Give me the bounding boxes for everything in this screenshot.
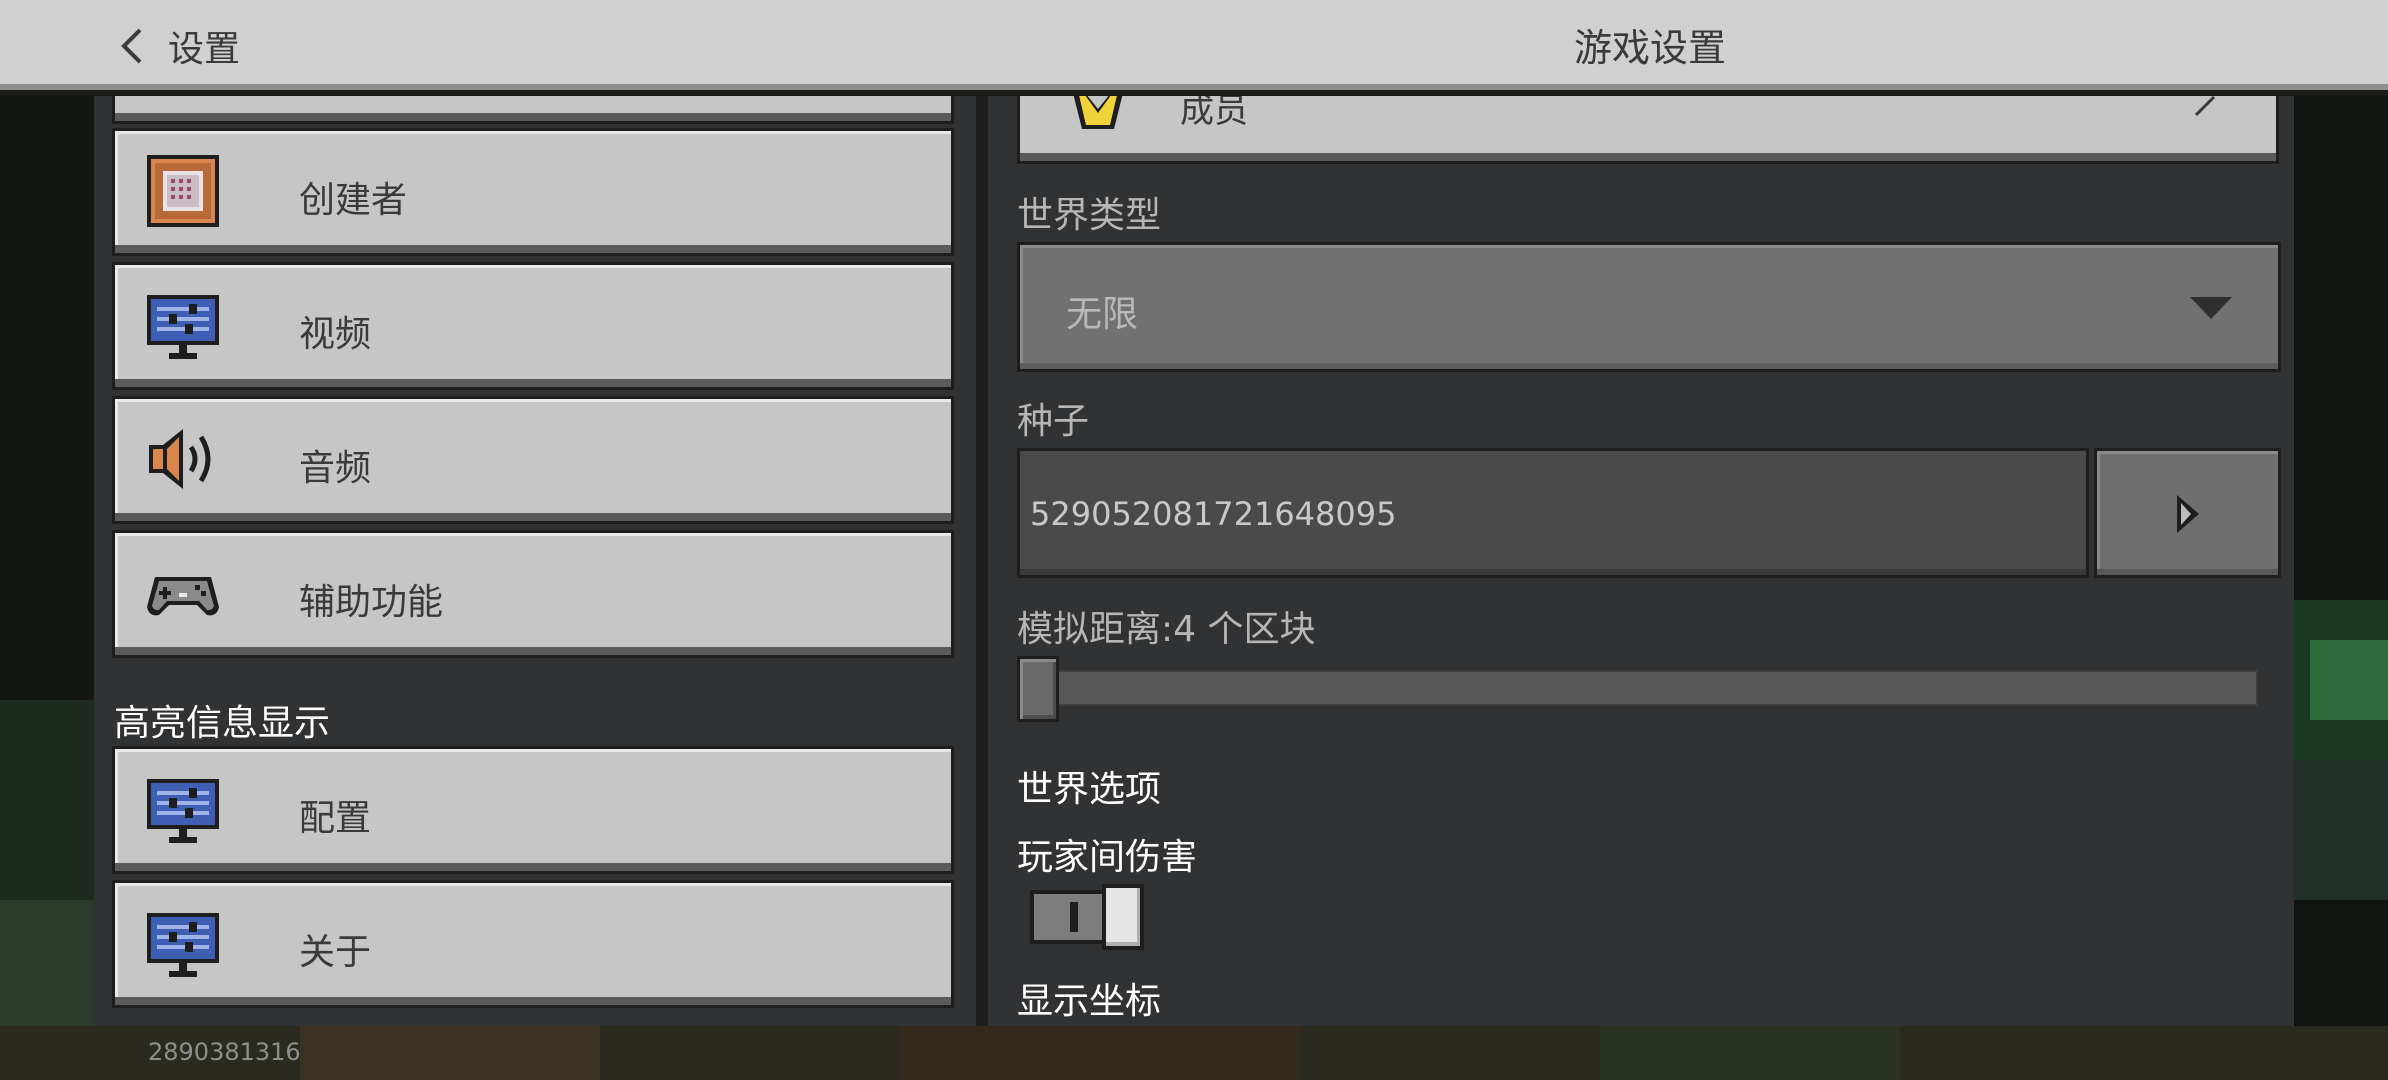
sidebar-item-audio[interactable]: 音频 <box>112 396 954 524</box>
version-text: 2890381316 <box>148 1038 301 1066</box>
monitor-icon <box>147 913 219 977</box>
speaker-icon <box>149 429 211 489</box>
panel-divider <box>976 96 988 1026</box>
sidebar-item-label: 辅助功能 <box>299 582 444 623</box>
game-settings-panel: 成员 世界类型 无限 种子 模拟距离:4 个区块 世界选项 玩家间伤害 显示坐标 <box>988 96 2294 1026</box>
gamepad-icon <box>147 577 219 616</box>
world-options-title: 世界选项 <box>1017 769 1162 810</box>
sidebar-item-partial[interactable] <box>112 96 954 124</box>
section-title-hud: 高亮信息显示 <box>114 703 331 744</box>
seed-input[interactable] <box>1028 487 2032 541</box>
world-type-value: 无限 <box>1066 294 1139 335</box>
settings-sidebar: 创建者 视频 音频 辅助功能 高亮信息显示 配置 关于 <box>94 96 976 1026</box>
arrow-icon <box>2194 96 2216 117</box>
toggle-on-mark <box>1070 902 1078 932</box>
sidebar-item-video[interactable]: 视频 <box>112 262 954 390</box>
sidebar-item-profile[interactable]: 配置 <box>112 746 954 874</box>
sidebar-item-label: 创建者 <box>299 180 408 221</box>
page-title: 游戏设置 <box>1573 26 1726 70</box>
sidebar-item-label: 音频 <box>299 448 372 489</box>
pvp-toggle[interactable] <box>1030 884 1144 950</box>
back-button[interactable]: 设置 <box>118 18 240 74</box>
pvp-label: 玩家间伤害 <box>1017 837 1198 878</box>
chevron-left-icon <box>121 28 142 64</box>
members-label: 成员 <box>1180 96 1248 131</box>
sidebar-item-label: 配置 <box>299 798 372 839</box>
sidebar-item-accessibility[interactable]: 辅助功能 <box>112 530 954 658</box>
monitor-icon <box>147 295 219 359</box>
back-label: 设置 <box>168 29 241 70</box>
crown-icon <box>1073 96 1123 129</box>
sidebar-item-creator[interactable]: 创建者 <box>112 128 954 256</box>
world-type-label: 世界类型 <box>1017 195 1162 236</box>
members-button[interactable]: 成员 <box>1017 96 2279 164</box>
sidebar-item-about[interactable]: 关于 <box>112 880 954 1008</box>
seed-field[interactable] <box>1017 448 2089 578</box>
show-coordinates-label: 显示坐标 <box>1017 981 1162 1022</box>
monitor-icon <box>147 779 219 843</box>
sidebar-item-label: 关于 <box>299 932 372 973</box>
top-bar: 设置 游戏设置 <box>0 0 2388 90</box>
toggle-knob <box>1102 884 1144 950</box>
command-block-icon <box>147 155 219 227</box>
simulation-distance-slider-track[interactable] <box>1018 670 2258 706</box>
play-arrow-icon <box>2177 495 2199 533</box>
world-type-dropdown[interactable]: 无限 <box>1017 242 2281 372</box>
simulation-distance-slider-thumb[interactable] <box>1017 656 1059 722</box>
seed-label: 种子 <box>1017 401 1090 442</box>
seed-picker-button[interactable] <box>2094 448 2281 578</box>
caret-down-icon <box>2190 297 2232 319</box>
simulation-distance-label: 模拟距离:4 个区块 <box>1017 609 1316 650</box>
sidebar-item-label: 视频 <box>299 314 372 355</box>
